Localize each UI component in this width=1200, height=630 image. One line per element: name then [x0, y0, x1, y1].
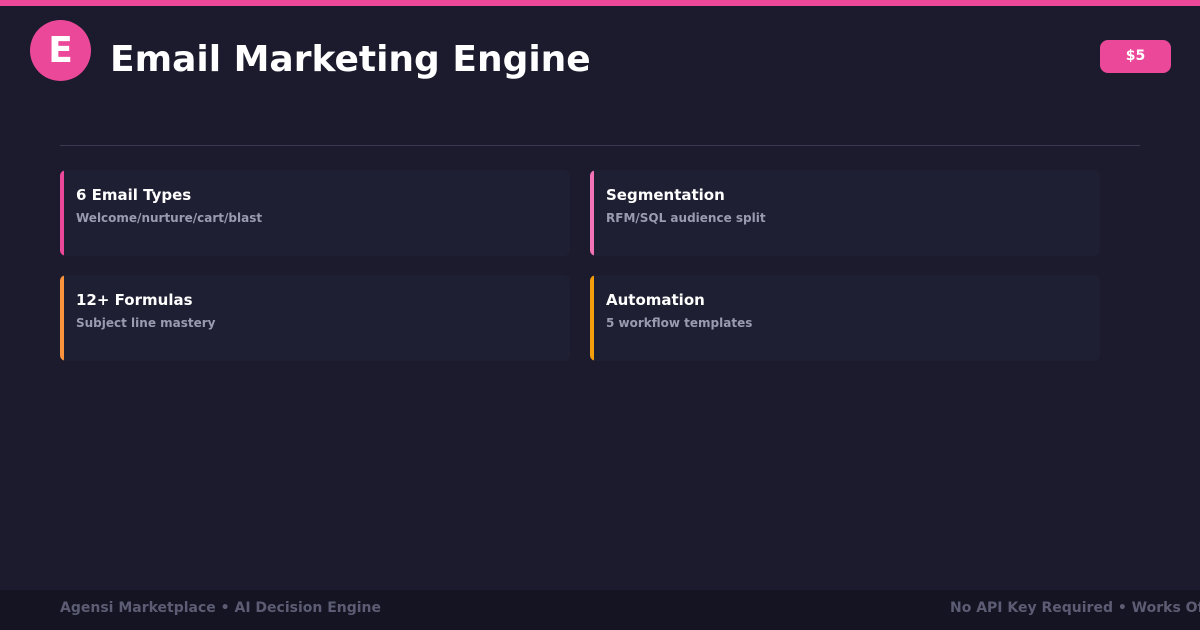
feature-card-email-types: 6 Email Types Welcome/nurture/cart/blast — [60, 170, 570, 256]
feature-card-accent — [60, 275, 64, 361]
header-divider — [60, 145, 1140, 146]
feature-card-title: Segmentation — [606, 186, 725, 204]
page: E Email Marketing Engine $5 6 Email Type… — [0, 0, 1200, 630]
feature-card-segmentation: Segmentation RFM/SQL audience split — [590, 170, 1100, 256]
top-accent-bar — [0, 0, 1200, 6]
feature-card-subtitle: 5 workflow templates — [606, 316, 753, 330]
feature-card-title: Automation — [606, 291, 705, 309]
feature-card-accent — [60, 170, 64, 256]
feature-card-formulas: 12+ Formulas Subject line mastery — [60, 275, 570, 361]
feature-card-subtitle: RFM/SQL audience split — [606, 211, 766, 225]
price-badge[interactable]: $5 — [1100, 40, 1171, 73]
logo-badge: E — [30, 20, 91, 81]
footer: Agensi Marketplace • AI Decision Engine … — [0, 590, 1200, 630]
feature-card-accent — [590, 170, 594, 256]
page-title: Email Marketing Engine — [110, 39, 591, 80]
footer-marketplace-text: Agensi Marketplace • AI Decision Engine — [60, 600, 382, 616]
feature-card-title: 12+ Formulas — [76, 291, 193, 309]
feature-card-subtitle: Subject line mastery — [76, 316, 216, 330]
feature-card-subtitle: Welcome/nurture/cart/blast — [76, 211, 263, 225]
feature-card-title: 6 Email Types — [76, 186, 192, 204]
footer-requirements-text: No API Key Required • Works Offline — [950, 600, 1200, 616]
feature-card-automation: Automation 5 workflow templates — [590, 275, 1100, 361]
feature-card-accent — [590, 275, 594, 361]
